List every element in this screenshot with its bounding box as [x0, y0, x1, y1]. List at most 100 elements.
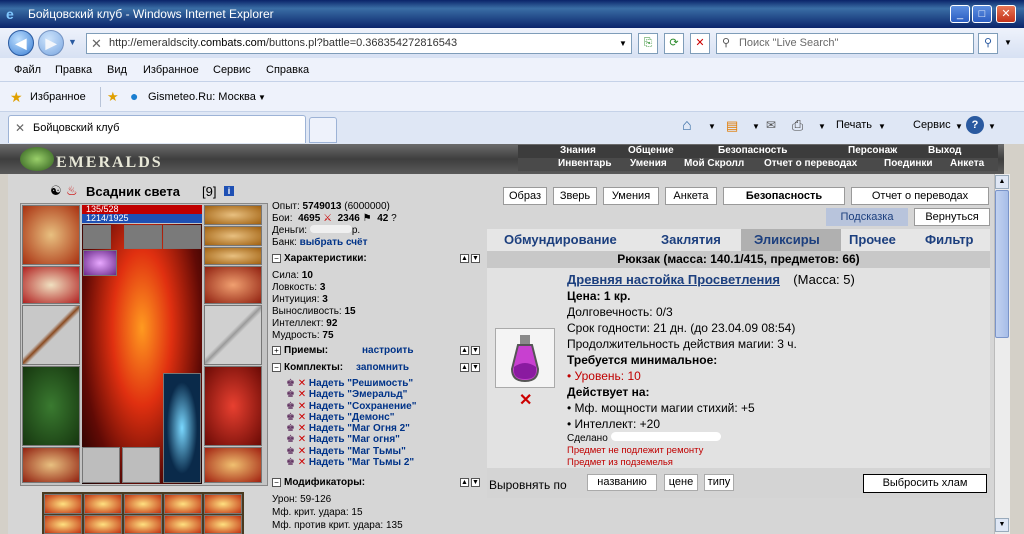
- search-options-icon[interactable]: ▼: [1004, 38, 1012, 47]
- delete-set-icon[interactable]: ✕: [298, 446, 306, 457]
- nav-transfer-report[interactable]: Отчет о переводах: [764, 158, 857, 169]
- armor-slot[interactable]: [22, 366, 80, 446]
- nav-knowledge[interactable]: Знания: [560, 145, 596, 156]
- home-dropdown-icon[interactable]: ▼: [708, 122, 716, 131]
- weapon-slot[interactable]: [22, 305, 80, 365]
- image-button[interactable]: Образ: [503, 187, 547, 205]
- wear-icon[interactable]: ♚: [286, 378, 295, 389]
- item-name-link[interactable]: Древняя настойка Просветления: [567, 272, 780, 287]
- scroll-up-icon[interactable]: ▲: [995, 175, 1009, 189]
- quick-item[interactable]: [44, 494, 82, 514]
- rss-dropdown-icon[interactable]: ▼: [752, 122, 760, 131]
- maximize-button[interactable]: □: [972, 5, 992, 23]
- back-game-button[interactable]: Вернуться: [914, 208, 990, 226]
- delete-set-icon[interactable]: ✕: [298, 457, 306, 468]
- discard-junk-button[interactable]: Выбросить хлам: [863, 474, 987, 493]
- move-down-icon[interactable]: ▼: [471, 254, 480, 263]
- print-menu[interactable]: Печать: [836, 119, 872, 131]
- rune-slot-2[interactable]: [124, 225, 162, 249]
- close-window-button[interactable]: ✕: [996, 5, 1016, 23]
- refresh-icon[interactable]: ⟳: [664, 33, 684, 54]
- history-dropdown-icon[interactable]: ▼: [68, 37, 77, 47]
- menu-help[interactable]: Справка: [266, 64, 309, 76]
- shield-slot[interactable]: [204, 305, 262, 365]
- mail-icon[interactable]: ✉: [766, 118, 776, 132]
- rss-icon[interactable]: ▤: [726, 118, 738, 134]
- quick-item[interactable]: [84, 515, 122, 534]
- set-link[interactable]: Надеть "Сохранение": [309, 401, 417, 412]
- helmet-slot[interactable]: [22, 205, 80, 265]
- transfer-report-button[interactable]: Отчет о переводах: [851, 187, 989, 205]
- delete-set-icon[interactable]: ✕: [298, 434, 306, 445]
- belt-slot[interactable]: [22, 447, 80, 483]
- set-link[interactable]: Надеть "Демонс": [309, 412, 395, 423]
- gloves-slot[interactable]: [204, 266, 262, 304]
- quick-item[interactable]: [124, 515, 162, 534]
- new-tab-button[interactable]: [309, 117, 337, 143]
- menu-file[interactable]: Файл: [14, 64, 41, 76]
- security-button[interactable]: Безопасность: [723, 187, 845, 205]
- delete-set-icon[interactable]: ✕: [298, 389, 306, 400]
- address-bar[interactable]: ✕ http://emeraldscity.combats.com/button…: [86, 33, 632, 54]
- item-image-frame[interactable]: [495, 328, 555, 388]
- move-down-icon[interactable]: ▼: [471, 363, 480, 372]
- empty-slot[interactable]: [122, 447, 160, 483]
- help-icon[interactable]: ?: [966, 116, 984, 134]
- wear-icon[interactable]: ♚: [286, 401, 295, 412]
- sort-by-price-button[interactable]: цене: [664, 474, 698, 491]
- nav-battles[interactable]: Поединки: [884, 158, 933, 169]
- rings-slot[interactable]: [204, 247, 262, 265]
- tricks-configure-link[interactable]: настроить: [362, 345, 413, 356]
- menu-edit[interactable]: Правка: [55, 64, 92, 76]
- tab-filter[interactable]: Фильтр: [925, 232, 974, 247]
- delete-set-icon[interactable]: ✕: [298, 378, 306, 389]
- collapse-icon[interactable]: −: [272, 478, 281, 487]
- print-dropdown-icon[interactable]: ▼: [818, 122, 826, 131]
- skills-button[interactable]: Умения: [603, 187, 659, 205]
- nav-exit[interactable]: Выход: [928, 145, 961, 156]
- gismeteo-link[interactable]: Gismeteo.Ru: Москва: [148, 91, 256, 103]
- quick-item[interactable]: [164, 494, 202, 514]
- boots-slot[interactable]: [204, 447, 262, 483]
- move-down-icon[interactable]: ▼: [471, 346, 480, 355]
- back-button[interactable]: ◀: [8, 30, 34, 56]
- print-icon[interactable]: ⎙: [792, 117, 803, 134]
- rune-slot-3[interactable]: [163, 225, 201, 249]
- expand-icon[interactable]: +: [272, 346, 281, 355]
- stop-icon[interactable]: ✕: [690, 33, 710, 54]
- tab-elixirs[interactable]: Эликсиры: [754, 232, 820, 247]
- info-icon[interactable]: i: [224, 186, 234, 196]
- drop-item-icon[interactable]: ✕: [519, 390, 532, 410]
- gismeteo-dropdown-icon[interactable]: ▼: [258, 93, 266, 102]
- help-dropdown-icon[interactable]: ▼: [988, 122, 996, 131]
- sort-by-name-button[interactable]: названию: [587, 474, 657, 491]
- nav-security[interactable]: Безопасность: [718, 145, 787, 156]
- add-favorite-icon[interactable]: ★: [107, 89, 119, 105]
- wear-icon[interactable]: ♚: [286, 434, 295, 445]
- tools-menu[interactable]: Сервис: [913, 119, 951, 131]
- set-link[interactable]: Надеть "Маг Огня 2": [309, 423, 410, 434]
- delete-set-icon[interactable]: ✕: [298, 401, 306, 412]
- delete-set-icon[interactable]: ✕: [298, 423, 306, 434]
- collapse-icon[interactable]: −: [272, 363, 281, 372]
- search-go-button[interactable]: ⚲: [978, 33, 998, 54]
- effect-slot[interactable]: [83, 250, 117, 276]
- quick-item[interactable]: [84, 494, 122, 514]
- pet-button[interactable]: Зверь: [553, 187, 597, 205]
- nav-communication[interactable]: Общение: [628, 145, 674, 156]
- set-link[interactable]: Надеть "Маг огня": [309, 434, 400, 445]
- amulet-slot[interactable]: [204, 226, 262, 246]
- move-up-icon[interactable]: ▲: [460, 363, 469, 372]
- wear-icon[interactable]: ♚: [286, 412, 295, 423]
- move-down-icon[interactable]: ▼: [471, 478, 480, 487]
- empty-slot[interactable]: [82, 447, 120, 483]
- quick-item[interactable]: [44, 515, 82, 534]
- character-name[interactable]: Всадник света: [86, 184, 180, 199]
- quick-item[interactable]: [124, 494, 162, 514]
- scroll-down-icon[interactable]: ▼: [995, 518, 1009, 532]
- set-link[interactable]: Надеть "Эмеральд": [309, 389, 407, 400]
- tab-spells[interactable]: Заклятия: [661, 232, 721, 247]
- delete-set-icon[interactable]: ✕: [298, 412, 306, 423]
- compat-view-icon[interactable]: ⎘: [638, 33, 658, 54]
- nav-skills[interactable]: Умения: [630, 158, 667, 169]
